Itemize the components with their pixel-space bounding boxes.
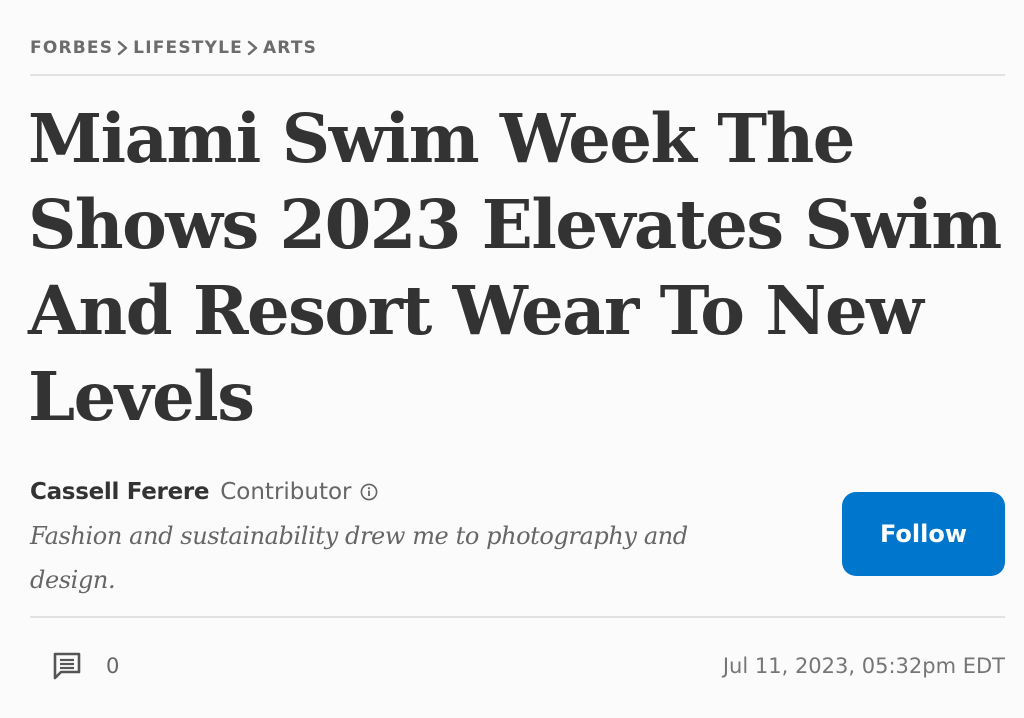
byline-divider: [30, 616, 1005, 618]
chevron-right-icon: [113, 36, 133, 60]
publish-timestamp: Jul 11, 2023, 05:32pm EDT: [722, 654, 1005, 678]
info-circle-icon[interactable]: [360, 483, 378, 501]
author-role: Contributor: [220, 479, 352, 505]
breadcrumb-forbes[interactable]: FORBES: [30, 38, 113, 58]
follow-button[interactable]: Follow: [842, 492, 1005, 576]
author-byline: Cassell Ferere Contributor: [30, 477, 378, 507]
breadcrumb-arts[interactable]: ARTS: [263, 38, 317, 58]
comments-button[interactable]: 0: [52, 650, 119, 682]
article-headline: Miami Swim Week The Shows 2023 Elevates …: [28, 99, 1002, 436]
comment-icon: [52, 651, 82, 681]
header-divider: [30, 74, 1005, 76]
breadcrumb-lifestyle[interactable]: LIFESTYLE: [133, 38, 243, 58]
chevron-right-icon: [243, 36, 263, 60]
author-name[interactable]: Cassell Ferere: [30, 479, 210, 505]
author-bio: Fashion and sustainability drew me to ph…: [30, 522, 688, 594]
comment-count: 0: [106, 654, 120, 678]
breadcrumb: FORBES LIFESTYLE ARTS: [30, 36, 317, 60]
